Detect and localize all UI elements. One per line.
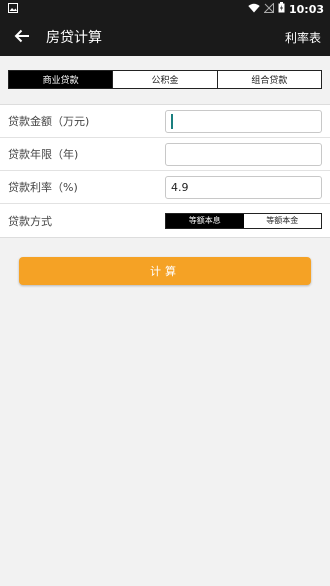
app-bar: 房贷计算 利率表 [0, 18, 330, 56]
interest-rate-label: 贷款利率（%) [8, 181, 78, 194]
wifi-icon [248, 3, 260, 16]
loan-years-input[interactable] [165, 142, 322, 166]
status-bar: 10:03 [0, 0, 330, 18]
equal-principal-option[interactable]: 等额本金 [244, 214, 322, 228]
repay-method-label: 贷款方式 [8, 214, 52, 228]
battery-icon [278, 2, 285, 16]
loan-amount-row: 贷款金额（万元) [0, 105, 330, 138]
loan-type-panel: 商业贷款 公积金 组合贷款 [0, 56, 330, 104]
interest-rate-row: 贷款利率（%) 4.9 [0, 171, 330, 204]
rate-table-button[interactable]: 利率表 [285, 29, 321, 46]
repay-method-row: 贷款方式 等额本息 等额本金 [0, 204, 330, 237]
calculate-button[interactable]: 计算 [19, 257, 311, 285]
tab-commercial-loan[interactable]: 商业贷款 [9, 71, 113, 88]
status-indicators: 10:03 [248, 1, 324, 16]
loan-years-row: 贷款年限（年) [0, 138, 330, 171]
equal-installment-option[interactable]: 等额本息 [166, 213, 244, 228]
page-title: 房贷计算 [46, 30, 102, 46]
loan-amount-label: 贷款金额（万元) [8, 115, 90, 128]
tab-provident-fund[interactable]: 公积金 [112, 71, 216, 88]
loan-type-tabs: 商业贷款 公积金 组合贷款 [8, 70, 322, 89]
back-button[interactable] [4, 18, 40, 56]
no-signal-icon [263, 1, 274, 16]
status-time: 10:03 [288, 2, 324, 16]
loan-years-label: 贷款年限（年) [8, 148, 79, 161]
repay-method-toggle: 等额本息 等额本金 [165, 212, 322, 229]
text-caret [171, 113, 173, 129]
tab-combined-loan[interactable]: 组合贷款 [216, 71, 321, 88]
arrow-left-icon [14, 28, 30, 47]
image-icon [8, 2, 18, 16]
interest-rate-input[interactable]: 4.9 [165, 175, 322, 199]
loan-amount-input[interactable] [165, 109, 322, 133]
loan-form: 贷款金额（万元) 贷款年限（年) 贷款利率（%) 4.9 贷款方式 等额本息 等… [0, 104, 330, 238]
